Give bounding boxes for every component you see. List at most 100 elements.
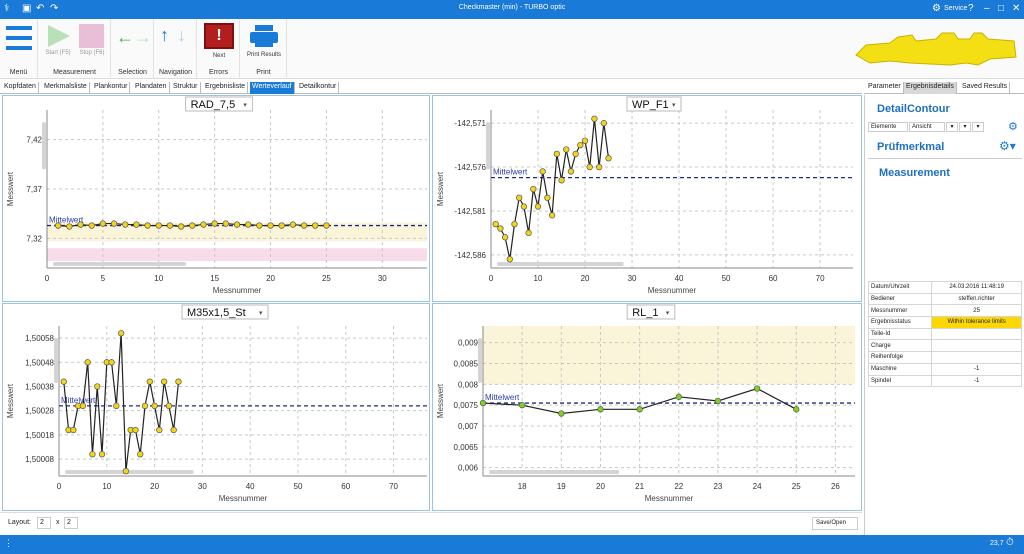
data-point <box>323 222 330 229</box>
tolerance-band <box>47 248 427 262</box>
tab-kopfdaten[interactable]: Kopfdaten <box>2 82 39 94</box>
data-point <box>506 256 513 263</box>
data-point <box>300 222 308 229</box>
arrow-right-icon[interactable]: → <box>134 27 152 48</box>
arrow-left-icon[interactable]: ← <box>116 27 134 48</box>
x-tick-label: 20 <box>596 482 605 491</box>
chevron-down-icon: ▾ <box>259 310 263 317</box>
data-point <box>256 222 263 229</box>
save-open-button[interactable]: Save/Open <box>812 517 858 530</box>
data-point <box>312 222 319 229</box>
tab-saved-results[interactable]: Saved Results <box>960 82 1011 94</box>
data-point <box>558 177 565 184</box>
data-point <box>600 120 607 127</box>
selection-group: ← → Selection <box>112 19 154 79</box>
table-row: Datum/Uhrzeit 24.03.2016 11:48:19 <box>867 281 1022 294</box>
chart-panel-wp: 0 10 20 30 40 50 60 70 -142,586 -142,581 -142,576 -… <box>432 95 862 302</box>
data-point <box>245 221 252 228</box>
chevron-down-icon: ▾ <box>672 102 676 109</box>
chevron-down-icon[interactable]: ▾ <box>946 122 958 132</box>
user-name[interactable]: Service <box>944 5 967 12</box>
data-point <box>66 223 73 230</box>
start-button[interactable]: Start (F5) <box>43 23 73 59</box>
tab-parameter[interactable]: Parameter <box>866 82 904 94</box>
main-tabs: Kopfdaten Merkmalsliste Plankontur Pland… <box>0 80 862 94</box>
data-point <box>591 115 598 122</box>
y-tick-label: 7,42 <box>26 136 42 145</box>
data-point <box>122 468 130 475</box>
print-results-button[interactable]: Print Results <box>244 23 284 61</box>
data-point <box>544 194 551 201</box>
layout-x: x <box>56 519 60 526</box>
data-point <box>563 146 570 153</box>
layout-rows-stepper[interactable]: 2 <box>37 517 51 529</box>
tab-detailkontur[interactable]: Detailkontur <box>297 82 340 94</box>
layout-cols-stepper[interactable]: 2 <box>64 517 78 529</box>
chevron-down-icon[interactable]: ▾ <box>959 122 971 132</box>
chart-rl: 18 19 20 21 22 23 24 25 26 0,006 0,0065 0,007 0,0075… <box>436 304 855 503</box>
errors-group-label: Errors <box>208 69 229 76</box>
data-point <box>211 220 218 227</box>
elemente-dropdown[interactable]: Elemente <box>868 122 908 132</box>
minimize-icon[interactable]: – <box>984 3 990 14</box>
table-row: Charge <box>867 339 1022 353</box>
maximize-icon[interactable]: □ <box>998 3 1004 14</box>
right-tabs: Parameter Ergebnisdetails Saved Results <box>864 80 1024 94</box>
y-tick-label: 1,50018 <box>25 431 54 440</box>
table-row: Spindel -1 <box>867 374 1022 388</box>
chevron-down-icon: ▾ <box>666 310 670 317</box>
tab-plandaten[interactable]: Plandaten <box>133 82 170 94</box>
user-icon: ⚙ <box>932 3 941 14</box>
y-tick-label: 1,50048 <box>25 358 54 367</box>
data-point <box>278 222 285 229</box>
info-icon: ⋮ <box>4 538 13 548</box>
ansicht-dropdown[interactable]: Ansicht <box>909 122 945 132</box>
table-row: Reihenfolge <box>867 351 1022 364</box>
y-tick-label: 7,32 <box>26 234 42 243</box>
tab-werteverlauf[interactable]: Werteverlauf <box>250 82 295 94</box>
data-point <box>548 212 556 219</box>
data-point <box>122 221 129 228</box>
settings-icon[interactable]: ⚙▾ <box>999 139 1016 153</box>
x-tick-label: 70 <box>389 482 398 491</box>
measurement-group: Start (F5) Stop (F6) Measurement <box>39 19 111 79</box>
x-tick-label: 10 <box>102 482 111 491</box>
close-icon[interactable]: ✕ <box>1012 3 1020 14</box>
x-tick-label: 25 <box>322 274 331 283</box>
y-tick-label: 0,008 <box>458 380 479 389</box>
menu-button[interactable] <box>6 24 32 54</box>
data-point <box>636 406 643 413</box>
x-tick-label: 20 <box>150 482 159 491</box>
chart-rad: 0 5 10 15 20 25 30 7,32 7,37 7,42 Messnummer Messwe… <box>6 96 427 295</box>
tab-ergebnisliste[interactable]: Ergebnisliste <box>203 82 249 94</box>
x-tick-label: 15 <box>210 274 219 283</box>
data-point <box>137 451 144 458</box>
x-tick-label: 30 <box>378 274 387 283</box>
x-axis-label: Messnummer <box>213 286 262 295</box>
stop-button[interactable]: Stop (F6) <box>77 23 107 59</box>
arrow-down-icon[interactable]: ↓ <box>177 25 186 46</box>
vertical-scrollbar <box>478 338 482 383</box>
data-point <box>108 359 115 366</box>
tab-merkmalsliste[interactable]: Merkmalsliste <box>42 82 90 94</box>
data-point <box>70 426 77 434</box>
data-point <box>233 221 241 228</box>
y-tick-label: 0,0075 <box>454 401 479 410</box>
vertical-scrollbar <box>486 122 490 170</box>
y-tick-label: 0,009 <box>458 339 479 348</box>
settings-icon[interactable]: ⚙ <box>1008 120 1018 133</box>
chevron-down-icon[interactable]: ▾ <box>972 122 984 132</box>
x-tick-label: 5 <box>101 274 106 283</box>
y-tick-label: -142,586 <box>454 251 486 260</box>
tab-plankontur[interactable]: Plankontur <box>92 82 131 94</box>
next-error-button[interactable]: ! Next <box>203 23 235 61</box>
tab-ergebnisdetails[interactable]: Ergebnisdetails <box>904 82 957 94</box>
horizontal-scrollbar <box>65 470 194 474</box>
chart-m35: 0 10 20 30 40 50 60 70 1,50008 1,50018 1,50028 1,50… <box>6 304 427 503</box>
x-tick-label: 23 <box>713 482 722 491</box>
data-point <box>539 168 546 175</box>
arrow-up-icon[interactable]: ↑ <box>160 25 169 46</box>
help-icon[interactable]: ? <box>968 3 974 14</box>
tab-struktur[interactable]: Struktur <box>171 82 201 94</box>
data-point <box>558 410 565 417</box>
